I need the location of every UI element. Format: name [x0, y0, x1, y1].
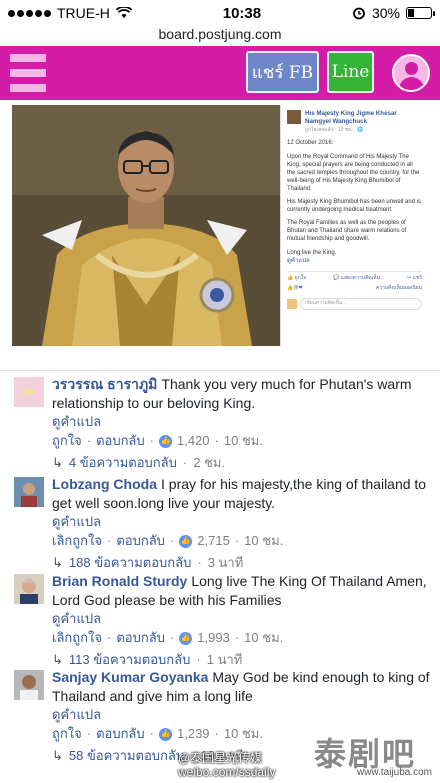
fb-post-paragraph: His Majesty King Bhumibol has been unwel… — [287, 199, 422, 214]
reply-button[interactable]: ตอบกลับ — [116, 627, 165, 649]
featured-image: His Majesty King Jigme Khesar Namgyel Wa… — [12, 105, 428, 346]
site-header: แชร์ FB Line — [0, 46, 440, 100]
comment-time: 10 ชม. — [244, 533, 284, 548]
carrier-label: TRUE-H — [57, 5, 110, 21]
alarm-icon — [353, 7, 365, 20]
fb-top-comments: ความคิดเห็นยอดนิยม — [375, 285, 422, 292]
fb-share: ↪ แชร์ — [407, 274, 422, 281]
like-count: 1,993 — [197, 630, 230, 645]
translate-link[interactable]: ดูคำแปล — [52, 706, 430, 723]
comment-time: 10 ชม. — [223, 433, 263, 448]
comment-time: 10 ชม. — [244, 630, 284, 645]
comment-item: Sanjay Kumar Goyanka May God be kind enou… — [0, 664, 440, 764]
like-count: 1,420 — [177, 433, 210, 448]
fb-post-paragraph: Upon the Royal Command of His Majesty Th… — [287, 153, 420, 192]
fb-comment: 💬 แสดงความคิดเห็น — [333, 274, 380, 281]
comment-item: วรวรรณ ธาราภูมิ Thank you very much for P… — [0, 371, 440, 471]
comment-item: Brian Ronald Sturdy Long live The King Of… — [0, 568, 440, 667]
fb-comment-box: เขียนความคิดเห็น... — [287, 298, 422, 311]
comment-author[interactable]: วรวรรณ ธาราภูมิ — [52, 376, 157, 392]
comment-actions: ถูกใจ · ตอบกลับ · 👍 1,239 · 10 ชม. — [52, 723, 430, 745]
battery-fill — [407, 9, 415, 17]
fb-post-paragraph: The Royal Families as well as the people… — [287, 220, 407, 243]
comment-body: วรวรรณ ธาราภูมิ Thank you very much for P… — [52, 371, 430, 413]
reply-button[interactable]: ตอบกลับ — [96, 723, 145, 745]
user-profile-icon[interactable] — [392, 54, 430, 92]
fb-post-paragraph: Long live the King. ดูคำแปล — [287, 249, 337, 264]
like-button[interactable]: ถูกใจ — [52, 430, 82, 452]
fb-post-date: 12 October 2016: — [287, 140, 334, 147]
like-count: 1,239 — [177, 726, 210, 741]
comment-author[interactable]: Brian Ronald Sturdy — [52, 573, 187, 589]
comment-actions: เลิกถูกใจ · ตอบกลับ · 👍 2,715 · 10 ชม. — [52, 530, 430, 552]
fb-page-avatar — [287, 110, 301, 124]
comment-time: 10 ชม. — [223, 726, 263, 741]
fb-post-header: His Majesty King Jigme Khesar Namgyel Wa… — [287, 110, 422, 133]
translate-link[interactable]: ดูคำแปล — [52, 610, 430, 627]
like-count-icon: 👍 — [159, 434, 172, 448]
replies-link[interactable]: 58 ข้อความตอบกลับ — [69, 745, 184, 767]
fb-reaction-icons: 👍😢❤ — [287, 285, 303, 292]
like-count-icon: 👍 — [179, 534, 193, 548]
fb-comment-input: เขียนความคิดเห็น... — [300, 298, 422, 311]
signal-strength-icon — [8, 9, 51, 17]
reply-button[interactable]: ตอบกลับ — [116, 530, 165, 552]
replies-row[interactable]: ↳ 58 ข้อความตอบกลับ · 19 นาที — [52, 745, 430, 767]
comment-author[interactable]: Lobzang Choda — [52, 476, 157, 492]
avatar[interactable] — [14, 377, 44, 407]
comment-body: Lobzang Choda I pray for his majesty,the … — [52, 471, 430, 513]
like-count-icon: 👍 — [179, 631, 193, 645]
reply-button[interactable]: ตอบกลับ — [96, 430, 145, 452]
fb-post-meta: ถูกใจเพจแล้ว · 10 ชม. · 🌐 — [305, 126, 364, 133]
fb-page-name: His Majesty King Jigme Khesar Namgyel Wa… — [305, 110, 397, 126]
unlike-button[interactable]: เลิกถูกใจ — [52, 627, 102, 649]
king-portrait-image — [12, 105, 280, 346]
line-share-button[interactable]: Line — [327, 51, 374, 93]
share-fb-button[interactable]: แชร์ FB — [246, 51, 319, 93]
like-count: 2,715 — [197, 533, 230, 548]
unlike-button[interactable]: เลิกถูกใจ — [52, 530, 102, 552]
comment-item: Lobzang Choda I pray for his majesty,the … — [0, 471, 440, 570]
fb-translate-link: ดูคำแปล — [287, 257, 310, 264]
battery-percent: 30% — [371, 5, 400, 21]
url-bar[interactable]: board.postjung.com — [0, 26, 440, 46]
fb-post-actions: 👍 ถูกใจ 💬 แสดงความคิดเห็น ↪ แชร์ — [287, 270, 422, 282]
comment-actions: เลิกถูกใจ · ตอบกลับ · 👍 1,993 · 10 ชม. — [52, 627, 430, 649]
comment-body: Brian Ronald Sturdy Long live The King Of… — [52, 568, 430, 610]
comments-list: วรวรรณ ธาราภูมิ Thank you very much for P… — [0, 370, 440, 764]
avatar[interactable] — [14, 670, 44, 700]
fb-reactions-row: 👍😢❤ ความคิดเห็นยอดนิยม — [287, 285, 422, 292]
fb-user-avatar — [287, 299, 297, 310]
battery-icon — [405, 7, 435, 19]
wifi-icon — [115, 7, 132, 18]
logo-site: www.taijuba.com — [356, 767, 432, 778]
like-count-icon: 👍 — [159, 727, 172, 741]
comment-actions: ถูกใจ · ตอบกลับ · 👍 1,420 · 10 ชม. — [52, 430, 430, 452]
comment-author[interactable]: Sanjay Kumar Goyanka — [52, 669, 208, 685]
facebook-post-screenshot: His Majesty King Jigme Khesar Namgyel Wa… — [280, 105, 428, 346]
reply-arrow-icon: ↳ — [52, 748, 63, 763]
replies-time: 19 นาที — [200, 748, 244, 763]
comment-body: Sanjay Kumar Goyanka May God be kind enou… — [52, 664, 430, 706]
like-button[interactable]: ถูกใจ — [52, 723, 82, 745]
translate-link[interactable]: ดูคำแปล — [52, 513, 430, 530]
avatar[interactable] — [14, 574, 44, 604]
avatar[interactable] — [14, 477, 44, 507]
status-right: 30% — [352, 5, 435, 21]
status-left: TRUE-H — [8, 5, 132, 21]
status-bar: TRUE-H 10:38 30% — [0, 0, 440, 26]
clock: 10:38 — [222, 4, 262, 22]
translate-link[interactable]: ดูคำแปล — [52, 413, 430, 430]
menu-icon[interactable] — [10, 54, 46, 92]
fb-like: 👍 ถูกใจ — [287, 274, 307, 281]
